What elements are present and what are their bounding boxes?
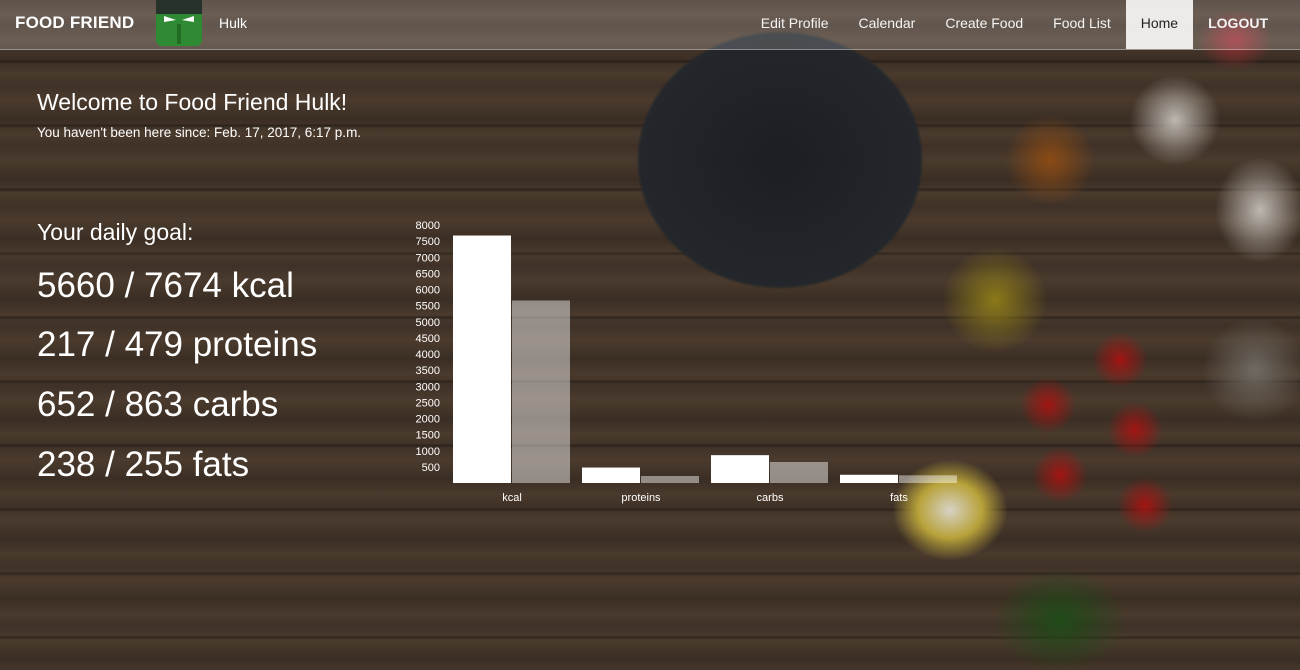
nav-calendar[interactable]: Calendar [844,0,931,49]
y-tick-label: 6500 [416,268,440,280]
y-tick-label: 7000 [416,252,440,264]
welcome-title: Welcome to Food Friend Hulk! [37,89,348,115]
y-tick-label: 3500 [416,365,440,377]
y-tick-label: 4000 [416,349,440,361]
y-tick-label: 6000 [416,285,440,297]
goal-kcal: 5660 / 7674 kcal [37,266,294,305]
nav-home[interactable]: Home [1125,0,1194,49]
y-tick-label: 8000 [416,220,440,232]
y-tick-label: 1000 [416,446,440,458]
daily-goal-heading: Your daily goal: [37,219,194,245]
bar-carbs-series-0 [711,455,769,483]
last-visit-text: You haven't been here since: Feb. 17, 20… [37,125,362,140]
x-tick-label: proteins [621,492,661,504]
goal-fats: 238 / 255 fats [37,445,250,484]
goal-carbs: 652 / 863 carbs [37,385,279,424]
y-tick-label: 2000 [416,414,440,426]
navbar: FOOD FRIEND Hulk Edit Profile Calendar C… [0,0,1300,50]
y-tick-label: 2500 [416,397,440,409]
y-tick-label: 7500 [416,236,440,248]
nav-menu: Edit Profile Calendar Create Food Food L… [746,0,1300,49]
x-tick-label: kcal [502,492,522,504]
x-tick-label: carbs [757,492,784,504]
y-tick-label: 5000 [416,317,440,329]
y-tick-label: 500 [422,462,440,474]
nav-logout[interactable]: LOGOUT [1193,0,1300,49]
goal-proteins: 217 / 479 proteins [37,325,318,364]
hulk-face-icon[interactable] [156,0,202,46]
nav-create-food[interactable]: Create Food [930,0,1038,49]
bar-proteins-series-0 [582,467,640,483]
nav-edit-profile[interactable]: Edit Profile [746,0,844,49]
bar-fats-series-1 [899,475,957,483]
nutrition-bar-chart: 500 1000 1500 2000 2500 3000 3500 4000 4500 5000 5… [416,220,957,504]
x-tick-label: fats [890,492,908,504]
nav-food-list[interactable]: Food List [1038,0,1126,49]
y-tick-label: 1500 [416,430,440,442]
bar-kcal-series-0 [453,235,511,483]
brand-name[interactable]: FOOD FRIEND [15,13,134,33]
bar-fats-series-0 [840,474,898,483]
y-tick-label: 3000 [416,381,440,393]
bar-kcal-series-1 [512,300,570,483]
y-tick-label: 5500 [416,301,440,313]
bar-proteins-series-1 [641,476,699,483]
bar-carbs-series-1 [770,461,828,483]
y-tick-label: 4500 [416,333,440,345]
username-label[interactable]: Hulk [219,15,247,31]
